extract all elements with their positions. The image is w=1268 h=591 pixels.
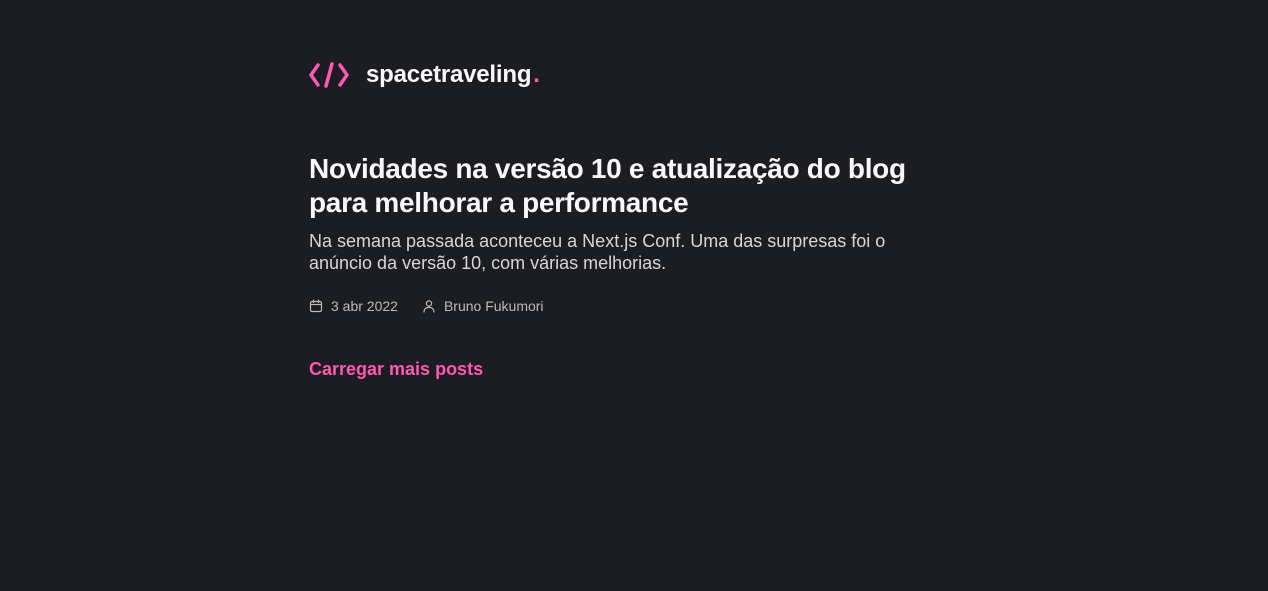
calendar-icon xyxy=(309,299,323,313)
code-brackets-icon[interactable] xyxy=(309,62,349,88)
post-author-text: Bruno Fukumori xyxy=(443,298,544,314)
post-author: Bruno Fukumori xyxy=(422,298,544,314)
post-title[interactable]: Novidades na versão 10 e atualização do … xyxy=(309,152,949,220)
logo-dot: . xyxy=(533,61,540,88)
post-info: 3 abr 2022 Bruno Fukumori xyxy=(309,298,949,314)
post-date-text: 3 abr 2022 xyxy=(331,298,398,314)
site-header: spacetraveling. xyxy=(309,60,540,90)
post-date: 3 abr 2022 xyxy=(309,298,398,314)
post-item[interactable]: Novidades na versão 10 e atualização do … xyxy=(309,152,949,314)
logo-text[interactable]: spacetraveling xyxy=(366,61,531,89)
user-icon xyxy=(422,299,436,313)
load-more-button[interactable]: Carregar mais posts xyxy=(309,359,483,380)
post-subtitle: Na semana passada aconteceu a Next.js Co… xyxy=(309,231,886,273)
